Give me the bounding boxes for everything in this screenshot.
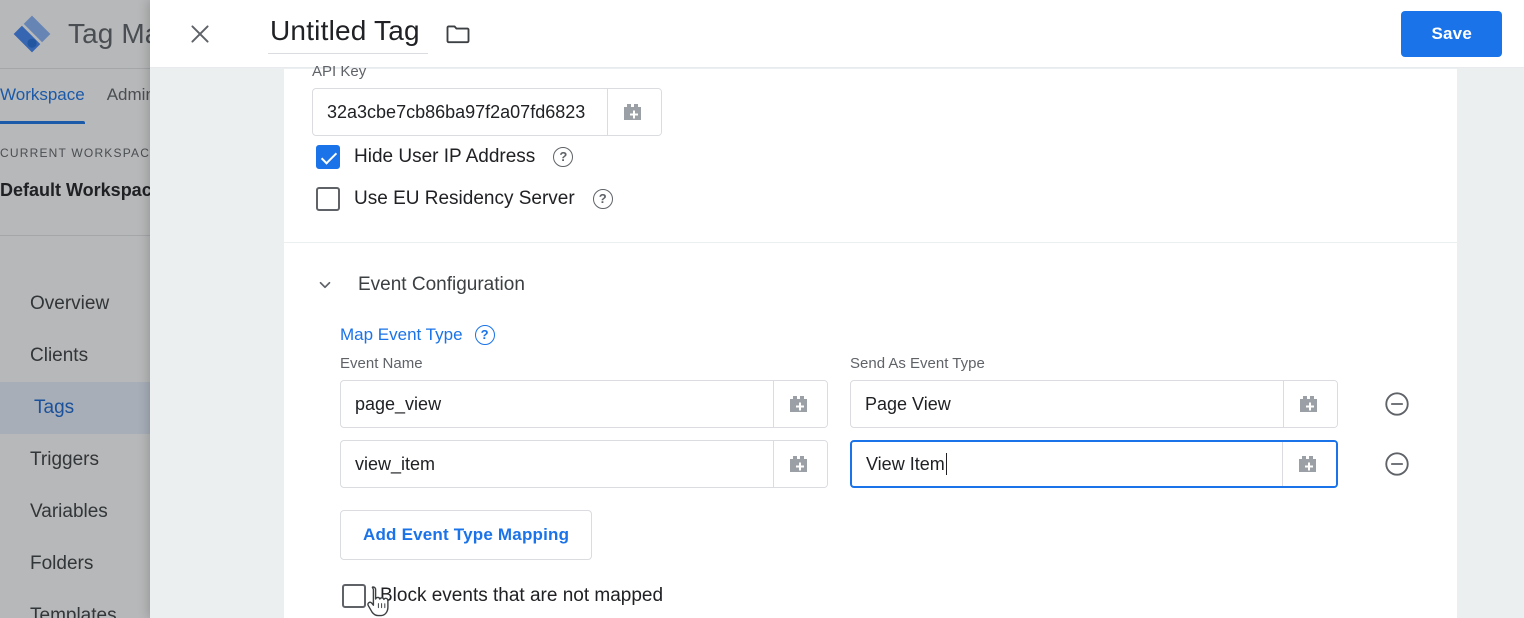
event-name-input-2[interactable] bbox=[341, 441, 773, 487]
block-unmapped-row: Block events that are not mapped bbox=[342, 584, 1429, 608]
modal-header: Untitled Tag Save bbox=[150, 0, 1524, 68]
hide-user-ip-row: Hide User IP Address ? bbox=[316, 136, 1429, 178]
column-header-event-name: Event Name bbox=[340, 355, 423, 372]
server-settings-section: API Key Hide User IP Address bbox=[284, 63, 1457, 243]
chevron-down-icon bbox=[314, 274, 336, 296]
help-circle-icon[interactable]: ? bbox=[592, 189, 613, 209]
variable-block-plus-icon[interactable] bbox=[607, 89, 661, 135]
tab-workspace[interactable]: Workspace bbox=[0, 69, 107, 125]
event-configuration-header[interactable]: Event Configuration bbox=[314, 263, 1429, 307]
tag-editor-modal: Untitled Tag Save API Key 32a3cbe7cb86ba… bbox=[150, 0, 1524, 618]
minus-circle-icon[interactable] bbox=[1382, 449, 1412, 479]
event-mapping-column-headers: Event Name Send As Event Type bbox=[340, 355, 1429, 380]
minus-circle-icon[interactable] bbox=[1382, 389, 1412, 419]
eu-residency-row: Use EU Residency Server ? bbox=[316, 178, 1429, 220]
text-caret bbox=[945, 453, 948, 475]
add-event-type-mapping-button[interactable]: Add Event Type Mapping bbox=[340, 510, 593, 560]
event-configuration-title: Event Configuration bbox=[358, 274, 525, 295]
hide-user-ip-checkbox[interactable] bbox=[316, 145, 340, 169]
event-name-field-row-2 bbox=[340, 440, 828, 488]
send-as-field-row-2: View Item bbox=[850, 440, 1338, 488]
send-as-input-2[interactable]: View Item bbox=[852, 442, 1282, 486]
api-key-label: API Key bbox=[312, 63, 367, 80]
tag-config-card: API Key Hide User IP Address bbox=[283, 63, 1458, 618]
api-key-input[interactable] bbox=[313, 89, 607, 135]
send-as-input-1[interactable] bbox=[851, 381, 1283, 427]
variable-block-plus-icon[interactable] bbox=[773, 441, 827, 487]
hide-user-ip-label: Hide User IP Address bbox=[354, 146, 536, 167]
table-row bbox=[340, 380, 1429, 428]
folder-icon[interactable] bbox=[444, 20, 472, 48]
google-tag-manager-logo bbox=[10, 12, 54, 56]
map-event-type-row: Map Event Type ? bbox=[340, 325, 1429, 345]
tag-title-group: Untitled Tag bbox=[268, 13, 472, 54]
close-icon[interactable] bbox=[180, 14, 220, 54]
event-configuration-section: Event Configuration Map Event Type ? Eve… bbox=[312, 243, 1429, 608]
help-circle-icon[interactable]: ? bbox=[474, 325, 495, 345]
variable-block-plus-icon[interactable] bbox=[1283, 381, 1337, 427]
eu-residency-checkbox[interactable] bbox=[316, 187, 340, 211]
block-unmapped-checkbox[interactable] bbox=[342, 584, 366, 608]
send-as-value-2: View Item bbox=[866, 453, 945, 474]
tag-title-input[interactable]: Untitled Tag bbox=[268, 13, 428, 54]
variable-block-plus-icon[interactable] bbox=[1282, 442, 1336, 486]
screen: Tag Manager Workspace Admin CURRENT WORK… bbox=[0, 0, 1524, 618]
column-header-send-as: Send As Event Type bbox=[850, 355, 985, 372]
send-as-field-row-1 bbox=[850, 380, 1338, 428]
eu-residency-label: Use EU Residency Server bbox=[354, 188, 575, 209]
block-unmapped-label: Block events that are not mapped bbox=[380, 585, 664, 606]
event-mapping-table: Event Name Send As Event Type page_view … bbox=[340, 355, 1429, 488]
help-circle-icon[interactable]: ? bbox=[553, 147, 574, 167]
event-name-input-1[interactable] bbox=[341, 381, 773, 427]
api-key-field-row bbox=[312, 88, 662, 136]
event-name-field-row-1 bbox=[340, 380, 828, 428]
save-button[interactable]: Save bbox=[1401, 10, 1502, 57]
table-row: View Item bbox=[340, 440, 1429, 488]
variable-block-plus-icon[interactable] bbox=[773, 381, 827, 427]
map-event-type-link[interactable]: Map Event Type bbox=[340, 325, 463, 345]
